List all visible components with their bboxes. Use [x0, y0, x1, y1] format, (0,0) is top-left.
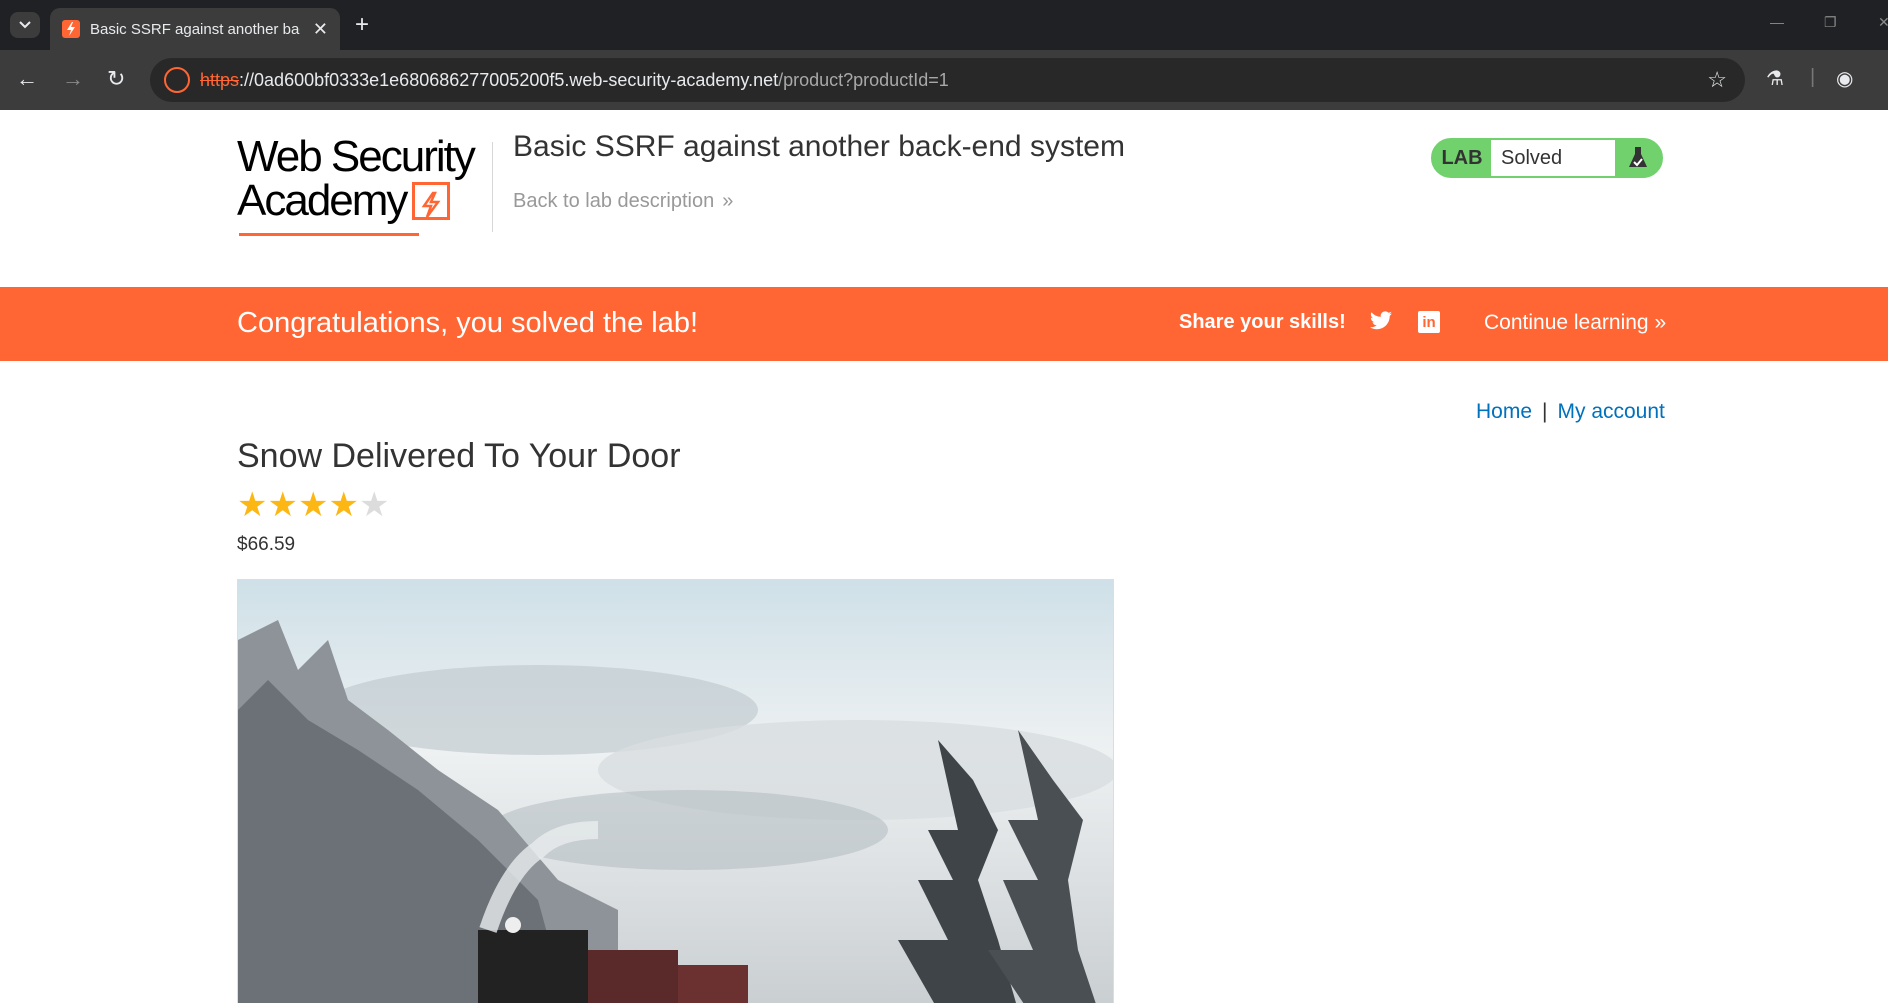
labs-flask-icon[interactable]: ⚗	[1766, 66, 1784, 91]
minimize-icon[interactable]: —	[1770, 14, 1784, 30]
bookmark-star-icon[interactable]: ☆	[1707, 67, 1727, 93]
lab-status-value: Solved	[1491, 140, 1615, 176]
url-text: https://0ad600bf0333e1e680686277005200f5…	[200, 69, 949, 90]
continue-learning-link[interactable]: Continue learning »	[1484, 311, 1666, 335]
twitter-icon[interactable]	[1369, 311, 1393, 336]
new-tab-button[interactable]: +	[355, 12, 369, 38]
tab-title: Basic SSRF against another back-e	[90, 20, 300, 38]
tab-search-button[interactable]	[10, 12, 40, 38]
double-chevron-right-icon: »	[722, 190, 734, 212]
browser-tab[interactable]: Basic SSRF against another back-e ✕	[50, 8, 340, 50]
logo-line2: Academy	[237, 176, 408, 225]
top-navigation: Home | My account	[1476, 400, 1665, 424]
star-filled-icon: ★	[237, 486, 268, 524]
logo-line1: Web Security	[237, 132, 476, 181]
snow-train-image	[238, 580, 1113, 1003]
forward-arrow-icon[interactable]: →	[62, 66, 84, 92]
congratulations-message: Congratulations, you solved the lab!	[237, 307, 699, 339]
close-icon[interactable]: ✕	[313, 19, 328, 40]
toolbar-divider: |	[1810, 66, 1816, 88]
back-arrow-icon[interactable]: ←	[16, 66, 38, 92]
header-divider	[492, 142, 493, 232]
star-filled-icon: ★	[267, 486, 298, 524]
back-to-lab-link[interactable]: Back to lab description »	[513, 190, 733, 213]
reload-icon[interactable]: ↻	[107, 66, 125, 92]
page: Web Security Academy Basic SSRF against …	[0, 110, 1888, 1003]
browser-tab-bar: Basic SSRF against another back-e ✕ + — …	[0, 0, 1888, 50]
back-link-label: Back to lab description	[513, 190, 715, 212]
double-chevron-right-icon: »	[1654, 311, 1667, 334]
restore-icon[interactable]: ❐	[1824, 14, 1837, 31]
portswigger-favicon-icon	[62, 20, 80, 38]
browser-toolbar: ← → ↻ https://0ad600bf0333e1e68068627700…	[0, 50, 1888, 110]
site-info-icon[interactable]	[164, 67, 190, 93]
chevron-down-icon	[19, 21, 31, 29]
star-filled-icon: ★	[328, 486, 359, 524]
logo-underline	[239, 233, 419, 236]
product-price: $66.59	[237, 534, 296, 555]
home-link[interactable]: Home	[1476, 400, 1532, 423]
lab-title: Basic SSRF against another back-end syst…	[513, 130, 1125, 163]
flask-check-icon	[1615, 145, 1661, 171]
close-window-icon[interactable]: ✕	[1878, 14, 1888, 31]
share-label: Share your skills!	[1179, 311, 1346, 333]
my-account-link[interactable]: My account	[1558, 400, 1665, 423]
star-filled-icon: ★	[297, 486, 329, 524]
product-image	[237, 579, 1114, 1003]
logo-bolt-icon	[412, 182, 451, 220]
academy-logo[interactable]: Web Security Academy	[237, 132, 487, 236]
lab-tag: LAB	[1441, 146, 1483, 169]
star-empty-icon: ★	[358, 486, 390, 524]
linkedin-icon[interactable]: in	[1418, 311, 1440, 333]
product-rating: ★ ★ ★ ★ ★	[237, 488, 389, 522]
nav-separator: |	[1542, 400, 1548, 423]
lab-status-widget: LAB Solved	[1431, 138, 1663, 178]
profile-icon[interactable]: ◉	[1836, 66, 1853, 91]
product-title: Snow Delivered To Your Door	[237, 437, 681, 475]
solved-banner: Congratulations, you solved the lab! Sha…	[0, 287, 1888, 361]
address-bar[interactable]: https://0ad600bf0333e1e680686277005200f5…	[150, 58, 1745, 102]
